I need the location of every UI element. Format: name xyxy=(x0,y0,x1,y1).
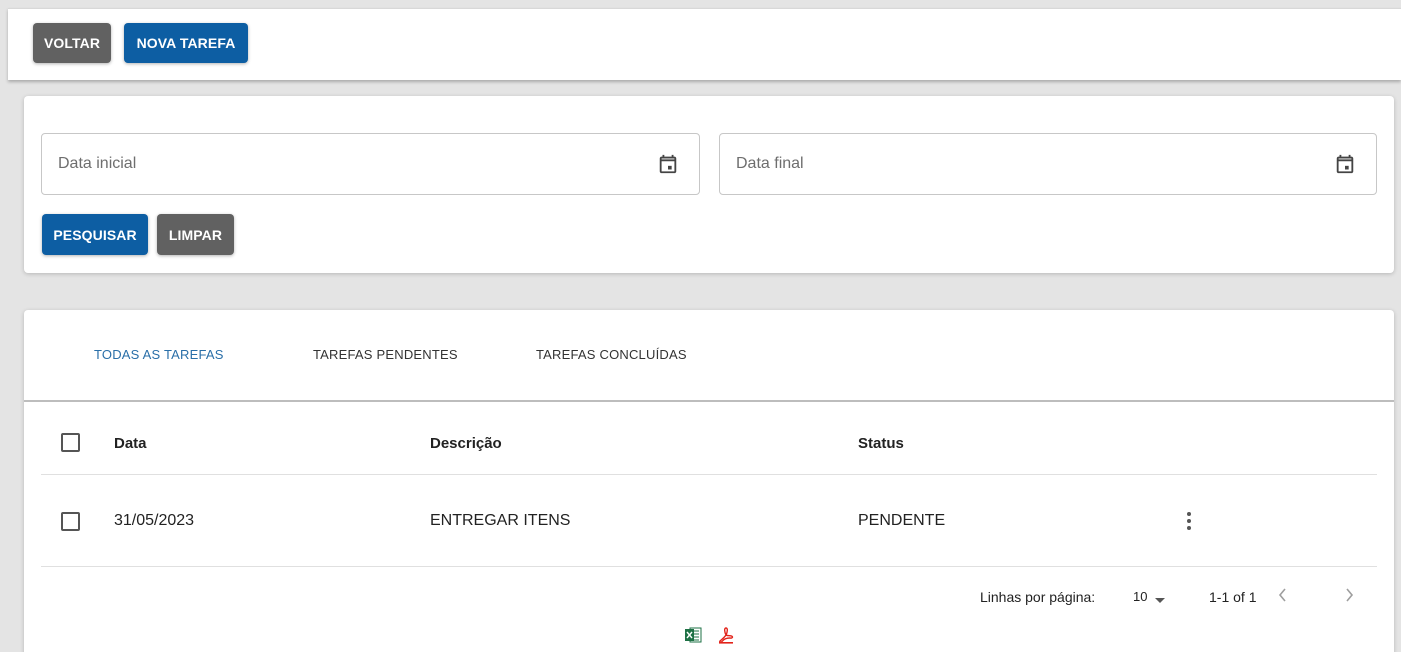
excel-icon[interactable] xyxy=(684,626,702,644)
top-toolbar: VOLTAR NOVA TAREFA xyxy=(8,8,1401,80)
tab-completed-tasks[interactable]: TAREFAS CONCLUÍDAS xyxy=(536,347,687,362)
row-description: ENTREGAR ITENS xyxy=(430,512,571,529)
filter-card: Data inicial Data final PESQUISAR LIMPAR xyxy=(24,96,1394,273)
previous-page-icon[interactable] xyxy=(1276,586,1290,604)
rows-per-page-select[interactable]: 10 xyxy=(1133,589,1147,604)
tabs-bar: TODAS AS TAREFAS TAREFAS PENDENTES TAREF… xyxy=(24,310,1394,402)
column-header-date[interactable]: Data xyxy=(114,435,147,452)
clear-button[interactable]: LIMPAR xyxy=(157,214,234,255)
row-status: PENDENTE xyxy=(858,512,946,529)
tab-pending-tasks[interactable]: TAREFAS PENDENTES xyxy=(313,347,458,362)
next-page-icon[interactable] xyxy=(1342,586,1356,604)
start-date-field[interactable]: Data inicial xyxy=(41,133,700,195)
row-checkbox[interactable] xyxy=(61,512,80,531)
column-header-description[interactable]: Descrição xyxy=(430,435,502,452)
rows-per-page-label: Linhas por página: xyxy=(980,589,1096,605)
pdf-icon[interactable] xyxy=(717,626,735,644)
column-header-status[interactable]: Status xyxy=(858,435,904,452)
more-options-icon[interactable] xyxy=(1179,510,1199,534)
search-button[interactable]: PESQUISAR xyxy=(42,214,148,255)
start-date-placeholder: Data inicial xyxy=(58,155,137,172)
new-task-button[interactable]: NOVA TAREFA xyxy=(124,23,248,63)
back-button[interactable]: VOLTAR xyxy=(33,23,111,63)
pagination-range: 1-1 of 1 xyxy=(1209,589,1257,605)
header-divider xyxy=(41,474,1377,475)
tab-all-tasks[interactable]: TODAS AS TAREFAS xyxy=(94,347,224,362)
end-date-field[interactable]: Data final xyxy=(719,133,1377,195)
select-all-checkbox[interactable] xyxy=(61,433,80,452)
row-date: 31/05/2023 xyxy=(114,512,195,529)
chevron-down-icon[interactable] xyxy=(1155,598,1165,603)
tasks-table-card: TODAS AS TAREFAS TAREFAS PENDENTES TAREF… xyxy=(24,310,1394,652)
end-date-placeholder: Data final xyxy=(736,155,804,172)
calendar-icon[interactable] xyxy=(657,153,679,175)
row-divider xyxy=(41,566,1377,567)
calendar-icon[interactable] xyxy=(1334,153,1356,175)
